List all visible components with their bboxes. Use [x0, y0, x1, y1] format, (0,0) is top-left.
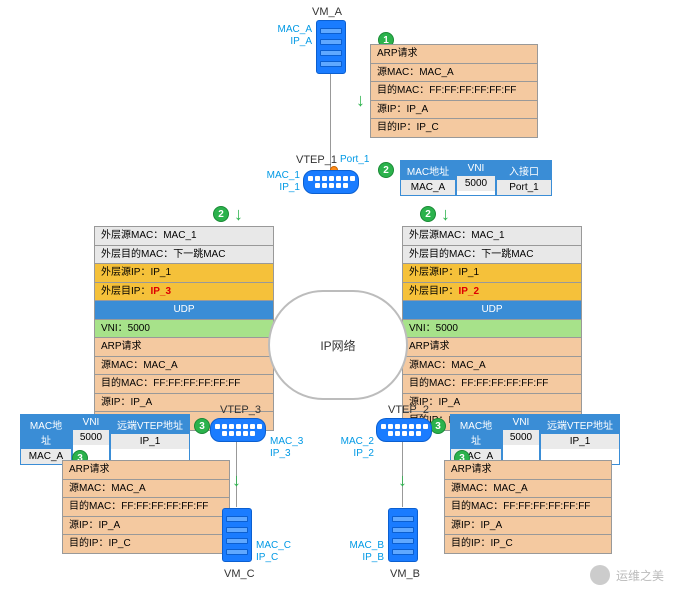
encap-left: 外层源MAC：MAC_1 外层目的MAC：下一跳MAC 外层源IP：IP_1 外… [94, 226, 274, 431]
vtep2-icon [376, 418, 432, 442]
arrow-down-icon: ↓ [441, 204, 450, 225]
vm-c-mac: MAC_C [256, 540, 291, 551]
arrow-down-icon: ↓ [398, 470, 407, 491]
vm-a-ip: IP_A [272, 36, 312, 47]
vm-b-mac: MAC_B [344, 540, 384, 551]
vm-a-mac: MAC_A [272, 24, 312, 35]
vm-a-label: VM_A [312, 6, 342, 18]
encap-right: 外层源MAC：MAC_1 外层目的MAC：下一跳MAC 外层源IP：IP_1 外… [402, 226, 582, 431]
watermark-icon [590, 565, 610, 585]
step-2-badge-top: 2 [378, 162, 394, 178]
arrow-down-icon: ↓ [234, 204, 243, 225]
vtep1-icon [303, 170, 359, 194]
vtep2-mac: MAC_2 [336, 436, 374, 447]
vtep3-icon [210, 418, 266, 442]
mac-table-br: MAC地址MAC_A VNI5000 远端VTEP地址IP_1 [450, 414, 620, 465]
step-2-badge-l: 2 [213, 206, 229, 222]
vtep3-ip: IP_3 [270, 448, 291, 459]
arp-box-bl: ARP请求 源MAC：MAC_A 目的MAC：FF:FF:FF:FF:FF:FF… [62, 460, 230, 554]
vtep1-port: Port_1 [340, 154, 369, 165]
vm-b-icon [388, 508, 418, 562]
vtep3-mac: MAC_3 [270, 436, 303, 447]
arrow-down-icon: ↓ [232, 470, 241, 491]
arrow-down-icon: ↓ [356, 90, 365, 111]
vm-c-label: VM_C [224, 568, 255, 580]
arp-box-1: ARP请求 源MAC：MAC_A 目的MAC：FF:FF:FF:FF:FF:FF… [370, 44, 538, 138]
vm-b-label: VM_B [390, 568, 420, 580]
watermark: 运维之美 [590, 565, 664, 585]
vm-c-ip: IP_C [256, 552, 278, 563]
step-3-badge-l1: 3 [194, 418, 210, 434]
step-2-badge-r: 2 [420, 206, 436, 222]
vtep1-ip: IP_1 [262, 182, 300, 193]
mac-table-bl: MAC地址MAC_A VNI5000 远端VTEP地址IP_1 [20, 414, 190, 465]
vtep3-label: VTEP_3 [220, 404, 261, 416]
ip-network-cloud: IP网络 [268, 290, 408, 400]
vtep1-label: VTEP_1 [296, 154, 337, 166]
step-3-badge-r1: 3 [430, 418, 446, 434]
vm-b-ip: IP_B [344, 552, 384, 563]
arp-box-br: ARP请求 源MAC：MAC_A 目的MAC：FF:FF:FF:FF:FF:FF… [444, 460, 612, 554]
vtep2-label: VTEP_2 [388, 404, 429, 416]
vtep1-mac: MAC_1 [262, 170, 300, 181]
vm-c-icon [222, 508, 252, 562]
vm-a-icon [316, 20, 346, 74]
mac-table-top: MAC地址MAC_A VNI5000 入接口Port_1 [400, 160, 552, 196]
vtep2-ip: IP_2 [336, 448, 374, 459]
